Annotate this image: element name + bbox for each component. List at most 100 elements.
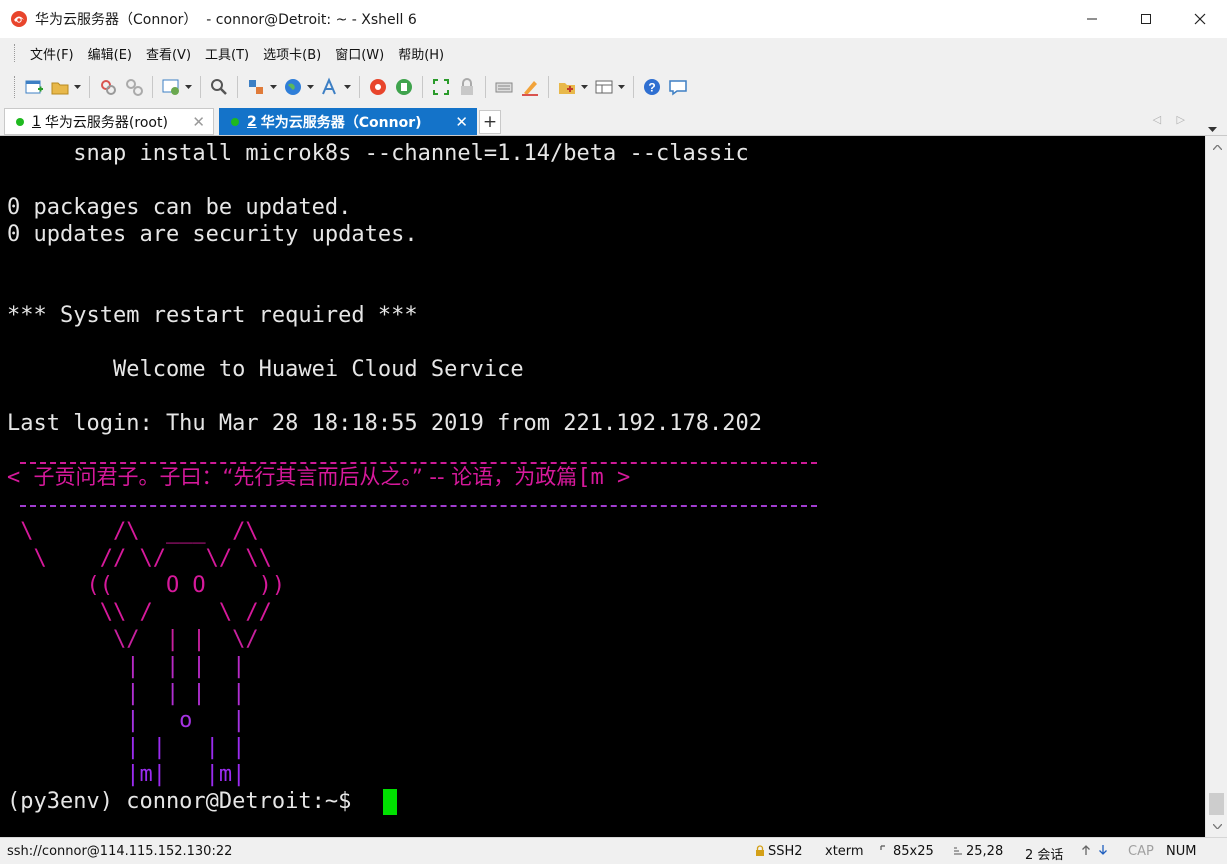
properties-icon — [162, 79, 179, 95]
toolbar-separator — [359, 76, 360, 98]
scroll-down-button[interactable] — [1210, 819, 1224, 833]
add-folder-button[interactable] — [554, 74, 580, 100]
menu-view[interactable]: 查看(V) — [139, 44, 198, 63]
tab-number: 2 — [247, 113, 257, 130]
font-dropdown[interactable] — [343, 85, 351, 89]
new-tab-button[interactable]: + — [479, 110, 501, 134]
dropdown-arrow-icon — [617, 85, 625, 89]
tab-label: 华为云服务器（Connor) — [260, 114, 422, 131]
open-button[interactable] — [47, 74, 73, 100]
font-button[interactable] — [317, 74, 343, 100]
tab-scroll-arrows[interactable]: ◁ ▷ — [1153, 113, 1191, 126]
dropdown-arrow-icon — [1208, 127, 1217, 132]
tab-close-icon[interactable]: ✕ — [455, 113, 468, 131]
reconnect-icon — [101, 80, 116, 95]
cowsay-quote-line: < 子贡问君子。子曰：“先行其言而后从之。” -- 论语，为政篇[m > — [7, 464, 630, 491]
maximize-button[interactable] — [1119, 0, 1173, 38]
open-dropdown[interactable] — [73, 85, 81, 89]
up-down-arrows-icon — [1082, 845, 1107, 855]
title-bar: 华为云服务器（Connor） - connor@Detroit: ~ - Xsh… — [0, 0, 1227, 38]
toolbar-separator — [633, 76, 634, 98]
tab-number: 1 — [32, 113, 41, 130]
chat-icon — [669, 80, 687, 96]
help-button[interactable]: ? — [639, 74, 665, 100]
ascii-art-line: | | | | — [7, 735, 246, 760]
add-folder-dropdown[interactable] — [580, 85, 588, 89]
toolbar-separator — [422, 76, 423, 98]
window-title: 华为云服务器（Connor） - connor@Detroit: ~ - Xsh… — [35, 12, 417, 28]
session-nav[interactable] — [1081, 844, 1113, 860]
toolbar-separator — [200, 76, 201, 98]
menu-tabs[interactable]: 选项卡(B) — [256, 44, 328, 63]
tab-close-icon[interactable]: ✕ — [192, 113, 205, 131]
menu-bar: 文件(F) 编辑(E) 查看(V) 工具(T) 选项卡(B) 窗口(W) 帮助(… — [0, 38, 1227, 68]
menu-edit[interactable]: 编辑(E) — [81, 44, 139, 63]
globe-icon — [285, 79, 301, 95]
new-session-icon — [25, 80, 43, 94]
ascii-art-line: |m| |m| — [7, 762, 246, 787]
toolbar-separator — [237, 76, 238, 98]
menubar-grip[interactable] — [14, 44, 17, 62]
terminal-pane[interactable]: snap install microk8s --channel=1.14/bet… — [0, 136, 1205, 837]
menu-window[interactable]: 窗口(W) — [328, 44, 391, 63]
scroll-up-button[interactable] — [1210, 140, 1224, 154]
xshell-button[interactable] — [365, 74, 391, 100]
menu-file[interactable]: 文件(F) — [23, 44, 81, 63]
transfer-button[interactable] — [243, 74, 269, 100]
layout-dropdown[interactable] — [617, 85, 625, 89]
tab-session-root[interactable]: 1 华为云服务器(root) ✕ — [4, 108, 214, 135]
fullscreen-icon — [433, 79, 449, 95]
layout-icon — [595, 80, 613, 94]
ascii-art-line: | o | — [7, 708, 246, 733]
lock-icon — [756, 845, 764, 856]
minimize-button[interactable] — [1065, 0, 1119, 38]
chat-button[interactable] — [665, 74, 691, 100]
tab-list-button[interactable] — [1208, 117, 1217, 136]
dropdown-arrow-icon — [269, 85, 277, 89]
highlight-button[interactable] — [517, 74, 543, 100]
ascii-art-line: | | | | — [7, 654, 246, 679]
disconnect-button[interactable] — [121, 74, 147, 100]
terminal-scrollbar[interactable] — [1205, 136, 1227, 837]
status-protocol: SSH2 — [755, 844, 803, 859]
terminal-line: 0 packages can be updated. — [7, 195, 352, 220]
status-bar: ssh://connor@114.115.152.130:22 SSH2 xte… — [0, 837, 1227, 864]
globe-button[interactable] — [280, 74, 306, 100]
tab-session-connor[interactable]: 2 华为云服务器（Connor) ✕ — [219, 108, 477, 135]
add-folder-icon — [559, 83, 575, 94]
properties-button[interactable] — [158, 74, 184, 100]
close-icon — [1194, 13, 1206, 25]
reconnect-button[interactable] — [95, 74, 121, 100]
toolbar-grip[interactable] — [14, 76, 17, 98]
xshell-icon — [370, 79, 386, 95]
fullscreen-button[interactable] — [428, 74, 454, 100]
layout-button[interactable] — [591, 74, 617, 100]
dropdown-arrow-icon — [580, 85, 588, 89]
new-session-button[interactable] — [21, 74, 47, 100]
menu-tools[interactable]: 工具(T) — [198, 44, 256, 63]
scroll-thumb[interactable] — [1209, 793, 1224, 815]
tab-bar: 1 华为云服务器(root) ✕ 2 华为云服务器（Connor) ✕ + ◁ … — [0, 106, 1227, 136]
xftp-button[interactable] — [391, 74, 417, 100]
globe-dropdown[interactable] — [306, 85, 314, 89]
chevron-down-icon — [1212, 823, 1222, 829]
status-position: 25,28 — [953, 844, 1003, 859]
transfer-dropdown[interactable] — [269, 85, 277, 89]
lock-button[interactable] — [454, 74, 480, 100]
toolbar-separator — [548, 76, 549, 98]
keyboard-button[interactable] — [491, 74, 517, 100]
ascii-art-line: \ /\ ___ /\ — [7, 519, 259, 544]
xshell-logo-icon — [11, 11, 27, 27]
menu-help[interactable]: 帮助(H) — [391, 44, 451, 63]
find-button[interactable] — [206, 74, 232, 100]
ascii-art-line: \ // \/ \/ \\ — [7, 546, 272, 571]
connected-status-dot — [231, 117, 239, 126]
dropdown-arrow-icon — [184, 85, 192, 89]
shell-prompt: (py3env) connor@Detroit:~$ — [7, 789, 365, 814]
terminal-cursor — [383, 789, 397, 815]
close-window-button[interactable] — [1173, 0, 1227, 38]
ascii-art-line: \\ / \ // — [7, 600, 272, 625]
xshell-window: 华为云服务器（Connor） - connor@Detroit: ~ - Xsh… — [0, 0, 1227, 864]
status-connection: ssh://connor@114.115.152.130:22 — [7, 844, 233, 859]
properties-dropdown[interactable] — [184, 85, 192, 89]
